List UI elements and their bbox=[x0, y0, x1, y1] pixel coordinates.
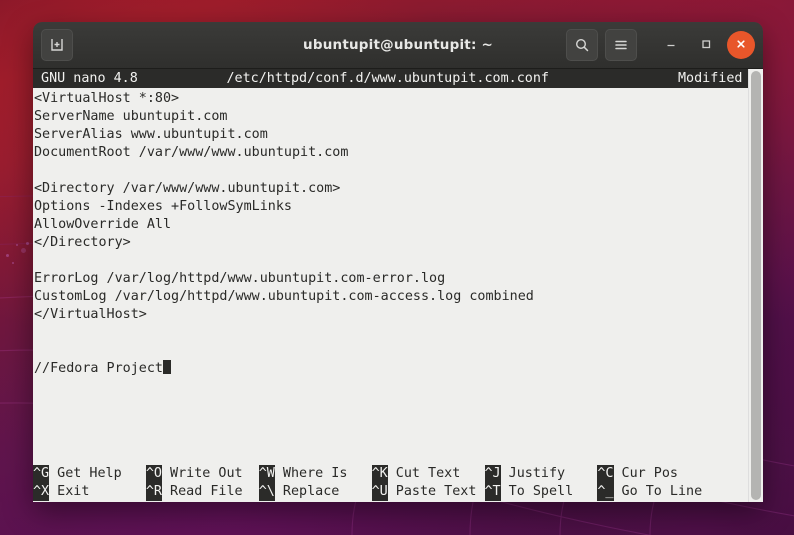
maximize-icon bbox=[699, 36, 713, 55]
shortcut-key: ^G bbox=[33, 465, 50, 483]
shortcut-item[interactable]: ^K Cut Text bbox=[371, 465, 485, 483]
hamburger-menu-icon bbox=[613, 37, 629, 53]
code-line-with-cursor: //Fedora Project bbox=[33, 360, 748, 378]
shortcut-label: Write Out bbox=[162, 466, 259, 481]
shortcut-item[interactable]: ^U Paste Text bbox=[371, 483, 485, 501]
minimize-button[interactable] bbox=[657, 31, 685, 59]
shortcut-label: Read File bbox=[162, 484, 259, 499]
shortcut-item[interactable]: ^O Write Out bbox=[145, 465, 259, 483]
shortcut-key: ^J bbox=[484, 465, 501, 483]
shortcut-key: ^\ bbox=[258, 483, 275, 501]
desktop-background: ubuntupit@ubuntupit: ~ GNU nano 4.8 /etc… bbox=[0, 0, 794, 535]
nano-editor[interactable]: GNU nano 4.8 /etc/httpd/conf.d/www.ubunt… bbox=[33, 69, 748, 502]
shortcut-key: ^O bbox=[145, 465, 162, 483]
close-icon bbox=[734, 36, 748, 55]
code-line: ErrorLog /var/log/httpd/www.ubuntupit.co… bbox=[34, 271, 446, 286]
nano-shortcut-bar: ^G Get Help ^O Write Out ^W Where Is ^K … bbox=[33, 465, 748, 502]
shortcut-key: ^X bbox=[33, 483, 50, 501]
shortcut-key: ^T bbox=[484, 483, 501, 501]
shortcut-item[interactable]: ^J Justify bbox=[484, 465, 598, 483]
shortcut-row-primary: ^G Get Help ^O Write Out ^W Where Is ^K … bbox=[33, 465, 748, 483]
search-icon bbox=[574, 37, 590, 53]
shortcut-key: ^C bbox=[597, 465, 614, 483]
shortcut-key: ^K bbox=[371, 465, 388, 483]
terminal-scrollbar[interactable] bbox=[748, 69, 763, 502]
code-line: CustomLog /var/log/httpd/www.ubuntupit.c… bbox=[34, 289, 534, 304]
shortcut-label: Justify bbox=[500, 466, 598, 481]
shortcut-label: Where Is bbox=[274, 466, 372, 481]
code-line: DocumentRoot /var/www/www.ubuntupit.com bbox=[34, 145, 349, 160]
new-tab-button[interactable] bbox=[41, 29, 73, 61]
shortcut-item[interactable]: ^W Where Is bbox=[258, 465, 372, 483]
shortcut-item[interactable]: ^_ Go To Line bbox=[597, 483, 710, 501]
code-line: ServerName ubuntupit.com bbox=[34, 109, 228, 124]
shortcut-key: ^U bbox=[371, 483, 388, 501]
cursor-line-text: //Fedora Project bbox=[34, 361, 163, 376]
shortcut-key: ^W bbox=[258, 465, 275, 483]
code-line: </Directory> bbox=[34, 235, 131, 250]
shortcut-row-secondary: ^X Exit ^R Read File ^\ Replace ^U Paste… bbox=[33, 483, 748, 501]
shortcut-item[interactable]: ^\ Replace bbox=[258, 483, 372, 501]
window-title-bar[interactable]: ubuntupit@ubuntupit: ~ bbox=[33, 22, 763, 69]
menu-button[interactable] bbox=[605, 29, 637, 61]
shortcut-label: Get Help bbox=[49, 466, 146, 481]
shortcut-item[interactable]: ^G Get Help bbox=[33, 465, 146, 483]
shortcut-key: ^_ bbox=[597, 483, 614, 501]
shortcut-label: Exit bbox=[49, 484, 146, 499]
minimize-icon bbox=[664, 36, 678, 55]
code-line: Options -Indexes +FollowSymLinks bbox=[34, 199, 292, 214]
close-button[interactable] bbox=[727, 31, 755, 59]
terminal-body[interactable]: GNU nano 4.8 /etc/httpd/conf.d/www.ubunt… bbox=[33, 69, 763, 502]
maximize-button[interactable] bbox=[692, 31, 720, 59]
search-button[interactable] bbox=[566, 29, 598, 61]
code-line: <Directory /var/www/www.ubuntupit.com> bbox=[34, 181, 341, 196]
shortcut-item[interactable]: ^T To Spell bbox=[484, 483, 598, 501]
code-line: <VirtualHost *:80> bbox=[34, 91, 180, 106]
shortcut-item[interactable]: ^C Cur Pos bbox=[597, 465, 710, 483]
nano-title-bar: GNU nano 4.8 /etc/httpd/conf.d/www.ubunt… bbox=[33, 69, 748, 88]
shortcut-label: Replace bbox=[274, 484, 372, 499]
shortcut-item[interactable]: ^R Read File bbox=[145, 483, 259, 501]
text-cursor bbox=[163, 360, 171, 374]
code-line: </VirtualHost> bbox=[34, 307, 147, 322]
code-line: AllowOverride All bbox=[34, 217, 172, 232]
shortcut-label: Cut Text bbox=[387, 466, 485, 481]
shortcut-label: Cur Pos bbox=[613, 466, 711, 481]
terminal-window[interactable]: ubuntupit@ubuntupit: ~ GNU nano 4.8 /etc… bbox=[33, 22, 763, 502]
terminal-scrollbar-thumb[interactable] bbox=[751, 71, 761, 500]
code-line: ServerAlias www.ubuntupit.com bbox=[34, 127, 268, 142]
shortcut-item[interactable]: ^X Exit bbox=[33, 483, 146, 501]
shortcut-label: To Spell bbox=[500, 484, 598, 499]
shortcut-label: Go To Line bbox=[613, 484, 711, 499]
window-controls bbox=[566, 29, 755, 61]
shortcut-label: Paste Text bbox=[387, 484, 485, 499]
nano-text-area[interactable]: <VirtualHost *:80> ServerName ubuntupit.c… bbox=[33, 88, 748, 465]
new-tab-icon bbox=[49, 37, 65, 53]
shortcut-key: ^R bbox=[145, 483, 162, 501]
